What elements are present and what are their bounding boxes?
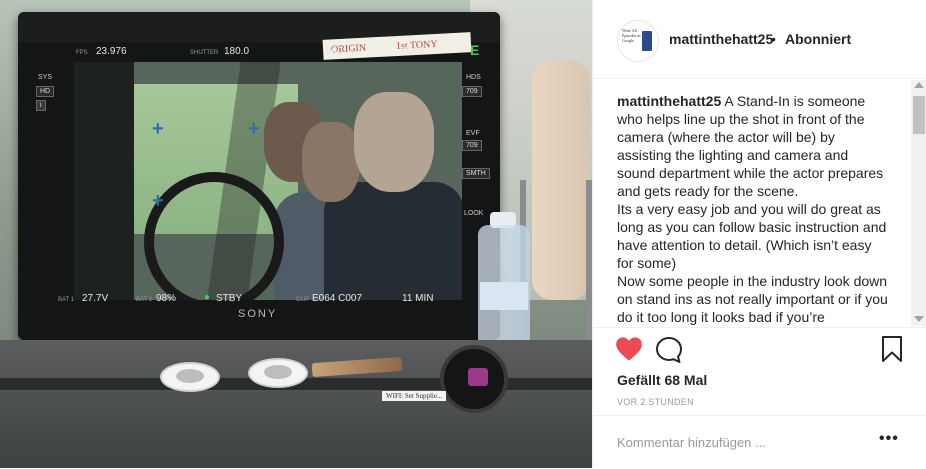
tardis-icon	[642, 31, 652, 51]
follow-status-button[interactable]: Abonniert	[785, 31, 851, 47]
hud-evf: EVF	[466, 130, 480, 137]
post-timestamp[interactable]: VOR 2 STUNDEN	[617, 397, 694, 407]
hud-look: LOOK	[464, 210, 484, 217]
hud-stby-dot: ●	[204, 292, 211, 303]
tape-roll	[248, 358, 308, 388]
steering-wheel	[144, 172, 284, 300]
car-interior	[74, 62, 134, 300]
hud-bat2-label: BAT 2	[136, 297, 153, 303]
hud-bat-label: BAT 1	[58, 297, 75, 303]
scroll-up-icon[interactable]	[914, 82, 924, 88]
hud-hds-val: 709	[462, 86, 482, 97]
action-bar	[593, 327, 926, 368]
hud-iso: 800	[326, 46, 343, 57]
comment-composer: •••	[593, 415, 926, 469]
hud-sys: SYS	[38, 74, 53, 81]
focus-knob-label	[468, 368, 488, 386]
post-header: Write All Episodes in Google mattintheha…	[593, 0, 926, 79]
tracking-marker: +	[152, 190, 164, 212]
comment-input[interactable]	[617, 432, 857, 452]
wifi-note: WIFI: Set Supplie...	[382, 391, 447, 401]
tracking-marker: +	[152, 118, 164, 140]
scroll-down-icon[interactable]	[914, 316, 924, 322]
hud-stby: STBY	[216, 293, 243, 304]
header-separator: •	[771, 31, 776, 47]
post-photo[interactable]: ORIGIN 1st TONY FPS 23.976 SHUTTER 180.0…	[0, 0, 592, 468]
avatar[interactable]: Write All Episodes in Google	[617, 20, 659, 62]
monitor-screen: + + +	[74, 62, 462, 300]
hud-info: i	[36, 100, 46, 111]
hud-min: 11 MIN	[402, 293, 434, 304]
post-panel: Write All Episodes in Google mattintheha…	[592, 0, 926, 468]
photo-monitor: ORIGIN 1st TONY FPS 23.976 SHUTTER 180.0…	[18, 12, 500, 340]
comment-icon[interactable]	[655, 336, 683, 364]
actor-head-2	[302, 122, 360, 202]
hud-wb: 6000	[402, 46, 425, 57]
hud-hds: HDS	[466, 74, 481, 81]
tracking-marker: +	[248, 118, 260, 140]
hud-shutter: 180.0	[224, 46, 250, 57]
hud-bat2: 98%	[156, 293, 177, 304]
bottle-label	[480, 282, 528, 310]
bookmark-icon[interactable]	[881, 336, 903, 362]
caption-text-3: Now some people in the industry look dow…	[617, 273, 888, 325]
tape-roll	[160, 362, 220, 392]
hud-fps: 23.976	[96, 46, 127, 57]
more-options-icon[interactable]: •••	[879, 430, 899, 448]
scroll-thumb[interactable]	[913, 96, 925, 134]
caption-username-link[interactable]: mattinthehatt25	[617, 93, 721, 109]
hud-bat1: 27.7V	[82, 293, 109, 304]
hud-clip: E064 C007	[312, 293, 363, 304]
heart-icon[interactable]	[615, 336, 643, 362]
hud-fps-label: FPS	[76, 50, 88, 56]
actor-head-3	[354, 92, 434, 192]
actor-body-3	[324, 182, 462, 300]
caption-paragraph: mattinthehatt25 A Stand-In is someone wh…	[617, 92, 889, 200]
hud-smth: SMTH	[462, 168, 490, 179]
caption-text-2: Its a very easy job and you will do grea…	[617, 201, 887, 271]
monitor-brand: SONY	[238, 308, 278, 320]
caption-area: mattinthehatt25 A Stand-In is someone wh…	[617, 92, 889, 326]
hud-shutter-label: SHUTTER	[190, 50, 219, 56]
header-username-link[interactable]: mattinthehatt25	[669, 31, 773, 47]
hud-e: E	[470, 42, 480, 58]
hud-evf-val: 709	[462, 140, 482, 151]
likes-count[interactable]: Gefällt 68 Mal	[617, 372, 707, 388]
avatar-text: Write All Episodes in Google	[622, 28, 641, 43]
cart-tray	[0, 340, 592, 468]
hud-clip-label: CLIP	[296, 297, 310, 303]
hud-hd: HD	[36, 86, 55, 97]
caption-scrollbar[interactable]	[911, 80, 926, 326]
